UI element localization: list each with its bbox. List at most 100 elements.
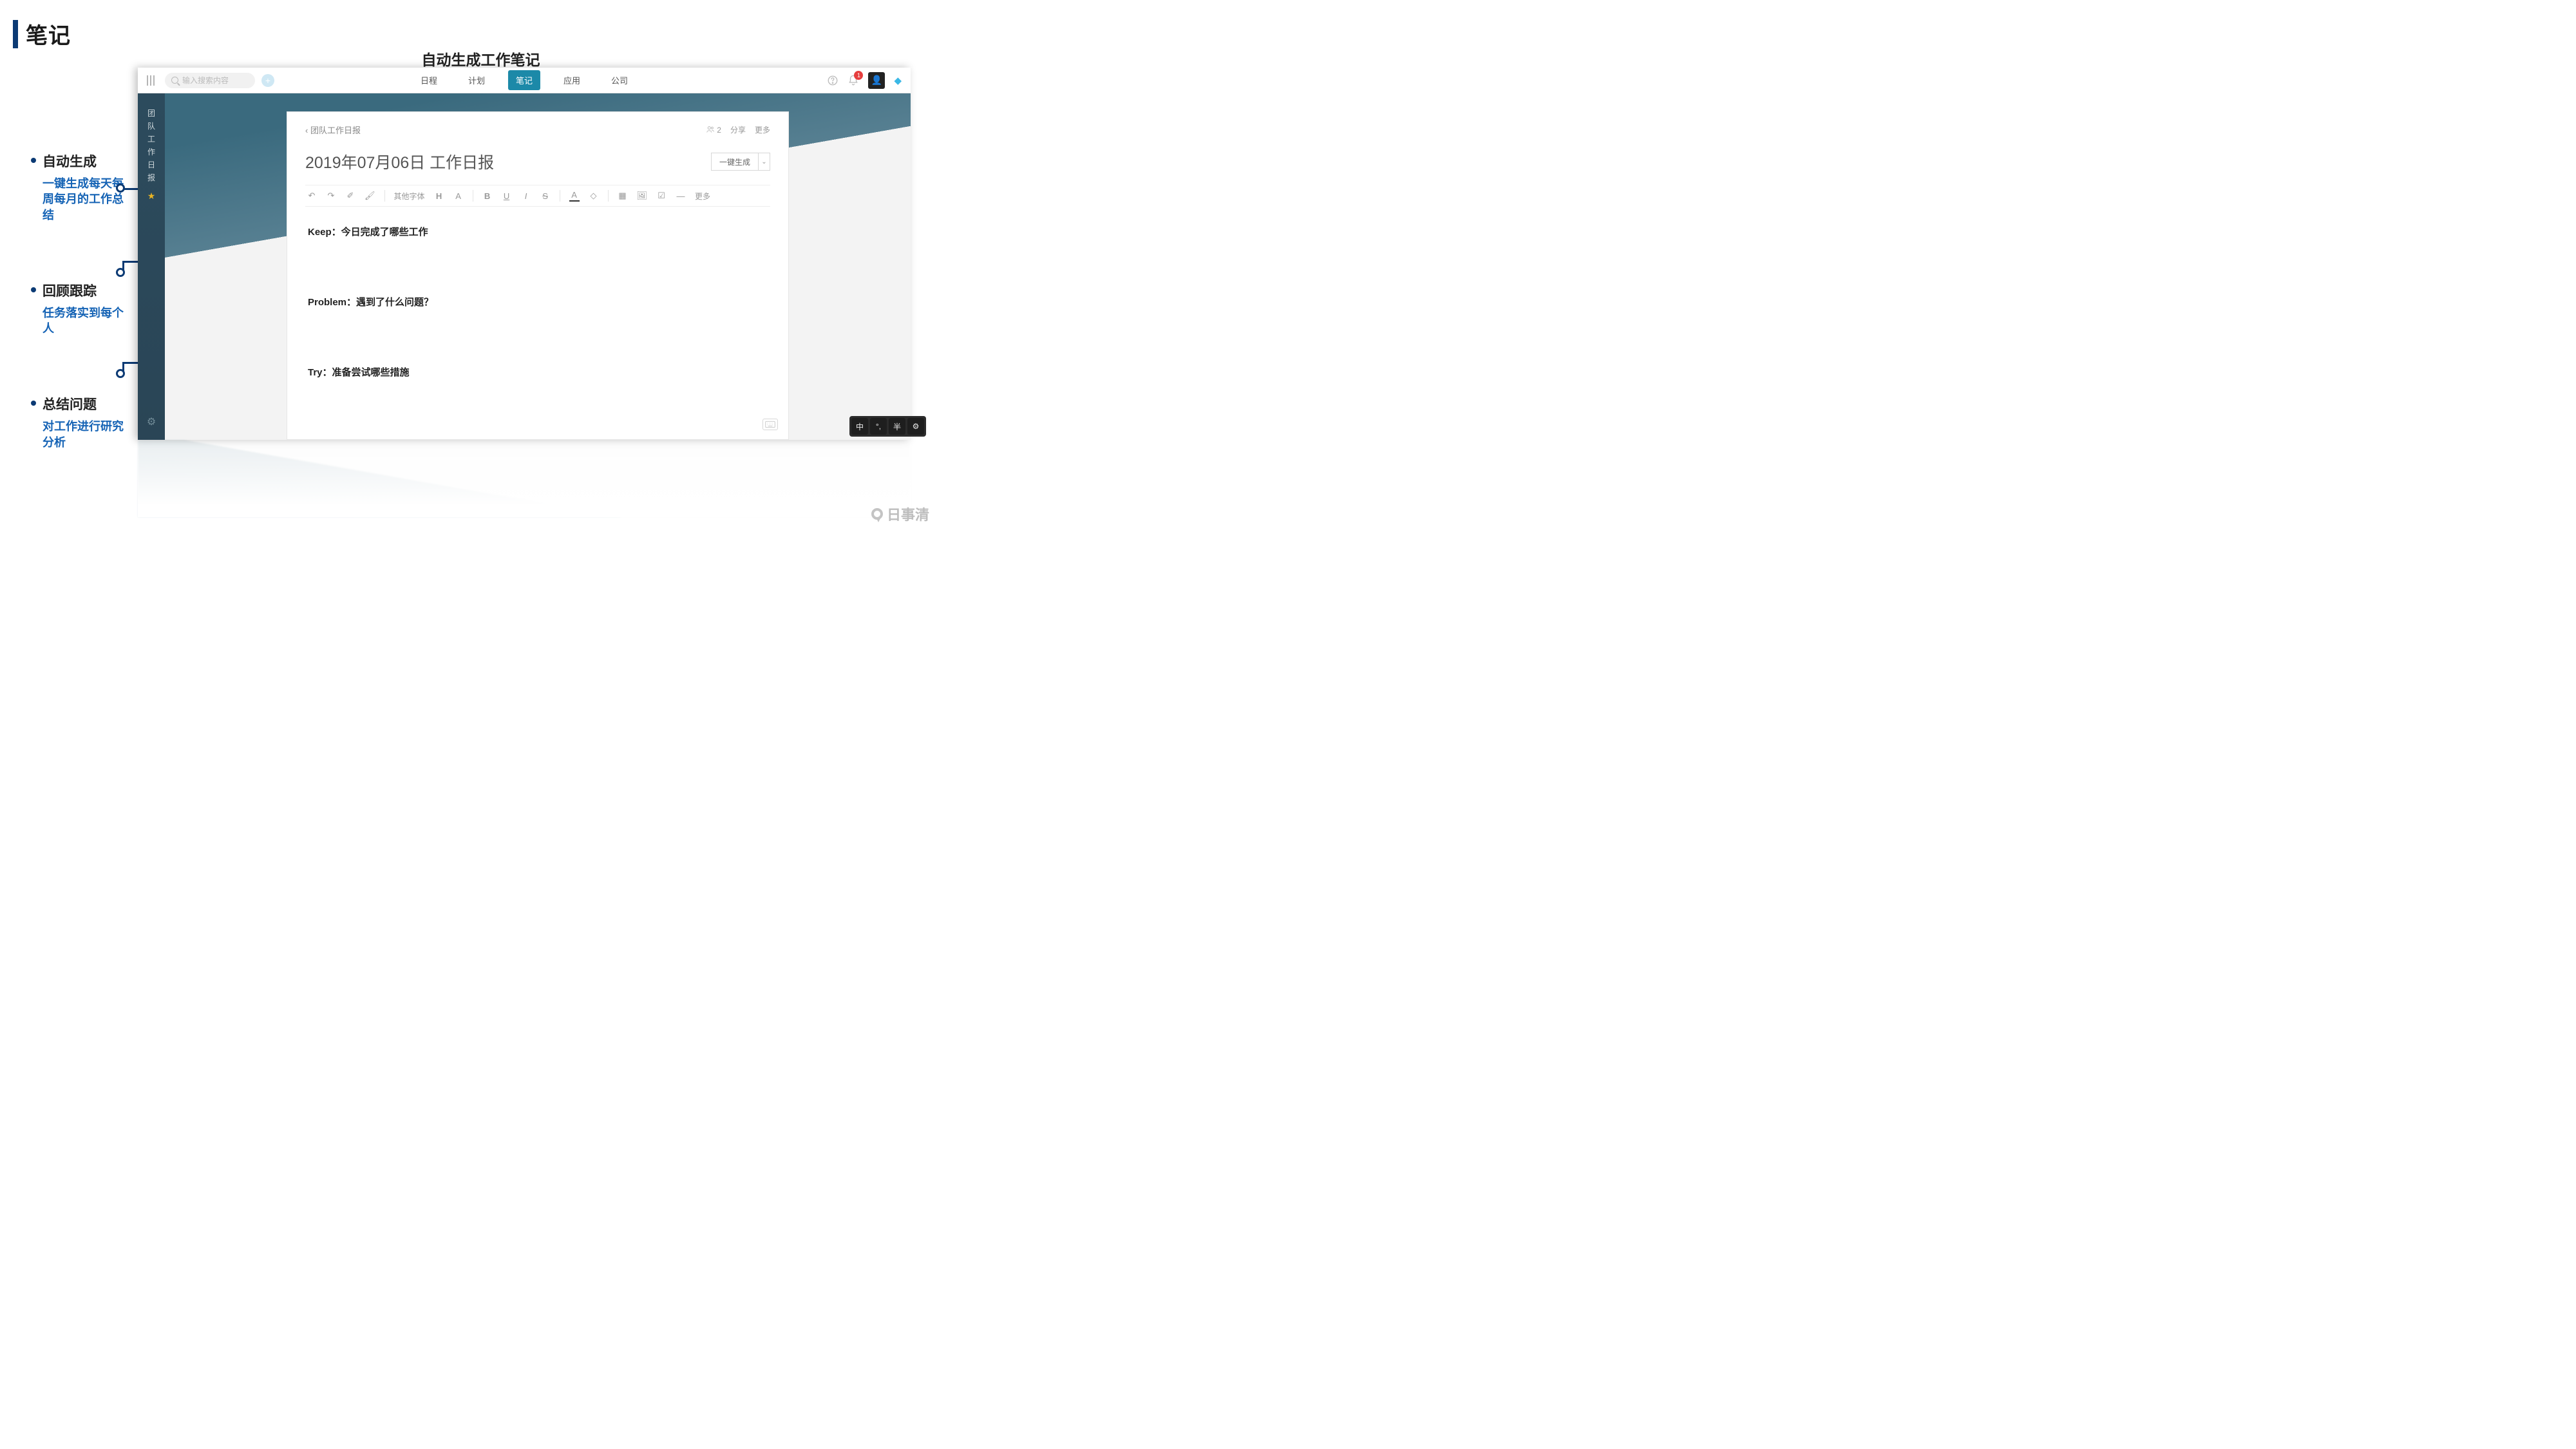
topbar-right: 1 👤 ◆: [827, 72, 902, 89]
rail-char: 日: [147, 159, 155, 170]
app-body: 团 队 工 作 日 报 ★ ⚙ 团队工作日报 2 分: [138, 93, 911, 440]
document-content[interactable]: Keep：今日完成了哪些工作 Problem：遇到了什么问题？ Try：准备尝试…: [305, 207, 770, 397]
editor-toolbar: ↶ ↷ ✐ 🖌 其他字体 H A B U I S A ◇: [305, 185, 770, 207]
annotation-item: 自动生成 一键生成每天每周每月的工作总结: [31, 151, 128, 223]
doc-header: 团队工作日报 2 分享 更多: [305, 124, 770, 140]
connector-node-icon: [116, 184, 125, 193]
nav-tab-apps[interactable]: 应用: [556, 70, 588, 90]
nav-tab-company[interactable]: 公司: [603, 70, 636, 90]
doc-header-actions: 2 分享 更多: [706, 124, 770, 135]
clear-format-icon[interactable]: ✐: [345, 191, 355, 201]
format-painter-icon[interactable]: 🖌: [365, 191, 375, 201]
pin-icon: [871, 508, 883, 520]
top-nav: 日程 计划 笔记 应用 公司: [413, 70, 636, 90]
annotation-sub: 对工作进行研究分析: [43, 419, 128, 450]
content-line-keep[interactable]: Keep：今日完成了哪些工作: [308, 225, 768, 238]
gear-icon[interactable]: ⚙: [147, 415, 156, 428]
annotation-title: 自动生成: [43, 151, 97, 171]
title-accent-bar: [13, 20, 18, 48]
doc-area: 团队工作日报 2 分享 更多 2019年07月06日 工作日报 一键生成: [165, 93, 911, 440]
underline-icon[interactable]: U: [502, 191, 512, 201]
brand-text: 日事清: [887, 504, 929, 524]
search-placeholder: 输入搜索内容: [182, 75, 229, 86]
generate-button[interactable]: 一键生成 ⌄: [711, 153, 770, 171]
ime-key[interactable]: 中: [851, 418, 868, 435]
left-rail: 团 队 工 作 日 报 ★ ⚙: [138, 93, 165, 440]
separator: [608, 190, 609, 202]
help-icon[interactable]: [827, 75, 838, 86]
annotation-sub: 任务落实到每个人: [43, 305, 128, 337]
notification-badge: 1: [854, 71, 863, 80]
app-screenshot: 输入搜索内容 + 日程 计划 笔记 应用 公司 1 👤 ◆ 团 队: [138, 68, 911, 440]
keyboard-icon[interactable]: [762, 419, 778, 430]
breadcrumb[interactable]: 团队工作日报: [305, 124, 361, 136]
share-button[interactable]: 分享: [730, 124, 746, 135]
hr-icon[interactable]: —: [676, 191, 686, 201]
nav-tab-notes[interactable]: 笔记: [508, 70, 540, 90]
left-rail-title[interactable]: 团 队 工 作 日 报: [147, 108, 155, 183]
reflection-fade: [138, 440, 911, 517]
ime-key[interactable]: 半: [889, 418, 905, 435]
content-line-problem[interactable]: Problem：遇到了什么问题？: [308, 295, 768, 308]
members-count: 2: [717, 126, 721, 135]
separator: [384, 190, 385, 202]
more-button[interactable]: 更多: [755, 124, 770, 135]
highlight-icon[interactable]: ◇: [589, 191, 599, 201]
nav-tab-plan[interactable]: 计划: [460, 70, 493, 90]
nav-tab-schedule[interactable]: 日程: [413, 70, 445, 90]
search-input[interactable]: 输入搜索内容: [165, 73, 255, 88]
image-icon[interactable]: 🖼: [637, 191, 648, 201]
rail-char: 队: [147, 120, 155, 131]
app-topbar: 输入搜索内容 + 日程 计划 笔记 应用 公司 1 👤 ◆: [138, 68, 911, 93]
rail-char: 团: [147, 108, 155, 118]
toolbar-more[interactable]: 更多: [695, 191, 710, 202]
search-icon: [171, 77, 178, 84]
bullet-icon: [31, 158, 36, 163]
bullet-icon: [31, 401, 36, 406]
font-selector[interactable]: 其他字体: [394, 191, 425, 202]
annotation-item: 总结问题 对工作进行研究分析: [31, 394, 128, 450]
table-icon[interactable]: ▦: [618, 191, 628, 201]
checklist-icon[interactable]: ☑: [656, 191, 667, 201]
reflection-decor: [138, 440, 911, 517]
slide-subheading: 自动生成工作笔记: [422, 48, 540, 70]
slide-title-bar: 笔记: [13, 18, 71, 50]
bold-icon[interactable]: B: [482, 191, 493, 201]
members-indicator[interactable]: 2: [706, 125, 721, 135]
strike-icon[interactable]: S: [540, 191, 551, 201]
font-size-icon[interactable]: A: [453, 191, 464, 201]
doc-title-row: 2019年07月06日 工作日报 一键生成 ⌄: [305, 150, 770, 173]
star-icon[interactable]: ★: [147, 191, 156, 202]
heading-icon[interactable]: H: [434, 191, 444, 201]
undo-icon[interactable]: ↶: [307, 191, 317, 201]
ime-settings-icon[interactable]: ⚙: [907, 418, 924, 435]
rail-char: 作: [147, 146, 155, 157]
annotation-item: 回顾跟踪 任务落实到每个人: [31, 281, 128, 337]
diamond-icon[interactable]: ◆: [894, 75, 902, 86]
italic-icon[interactable]: I: [521, 191, 531, 201]
document-card: 团队工作日报 2 分享 更多 2019年07月06日 工作日报 一键生成: [287, 111, 789, 440]
add-button[interactable]: +: [261, 74, 274, 87]
slide-title: 笔记: [26, 18, 71, 50]
text-color-icon[interactable]: A: [569, 190, 580, 202]
annotations-list: 自动生成 一键生成每天每周每月的工作总结 回顾跟踪 任务落实到每个人 总结问题 …: [31, 151, 128, 508]
avatar[interactable]: 👤: [868, 72, 885, 89]
ime-key[interactable]: °,: [870, 418, 887, 435]
ime-toolbar: 中 °, 半 ⚙: [849, 416, 926, 437]
panel-toggle-icon[interactable]: [147, 75, 155, 86]
annotation-sub: 一键生成每天每周每月的工作总结: [43, 176, 128, 223]
annotation-title: 回顾跟踪: [43, 281, 97, 300]
connector-node-icon: [116, 268, 125, 277]
connector-node-icon: [116, 369, 125, 378]
bullet-icon: [31, 287, 36, 292]
rail-char: 工: [147, 133, 155, 144]
document-title[interactable]: 2019年07月06日 工作日报: [305, 150, 494, 173]
redo-icon[interactable]: ↷: [326, 191, 336, 201]
generate-button-label: 一键生成: [712, 156, 758, 167]
rail-char: 报: [147, 172, 155, 183]
annotation-title: 总结问题: [43, 394, 97, 413]
content-line-try[interactable]: Try：准备尝试哪些措施: [308, 365, 768, 379]
brand-watermark: 日事清: [871, 504, 929, 524]
chevron-down-icon[interactable]: ⌄: [758, 153, 770, 170]
notification-icon[interactable]: 1: [848, 75, 859, 86]
